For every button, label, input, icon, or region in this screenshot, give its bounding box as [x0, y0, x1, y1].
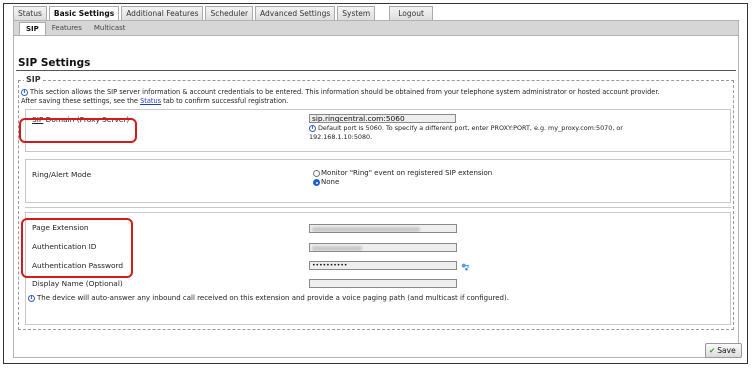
display-name-label: Display Name (Optional): [32, 279, 123, 288]
tab-advanced-settings[interactable]: Advanced Settings: [255, 6, 336, 20]
highlight-sip-domain: [19, 118, 137, 143]
info-line-2-post: tab to confirm successful registration.: [161, 97, 289, 105]
sip-legend: SIP: [24, 75, 43, 84]
radio-monitor-ring[interactable]: [313, 169, 320, 177]
show-password-icon[interactable]: [461, 262, 470, 271]
tab-status[interactable]: Status: [13, 6, 47, 20]
ring-alert-label: Ring/Alert Mode: [32, 170, 92, 179]
sip-domain-hint: i Default port is 5060. To specify a diff…: [309, 124, 623, 133]
save-button[interactable]: ✔ Save: [705, 343, 742, 358]
tab-additional-features[interactable]: Additional Features: [121, 6, 204, 20]
ring-alert-section: Ring/Alert Mode Monitor "Ring" event on …: [25, 159, 731, 203]
redacted-value: [312, 245, 362, 251]
info-icon: i: [28, 294, 35, 302]
sub-tab-bar: SIP Features Multicast: [13, 20, 739, 36]
auth-id-input[interactable]: [309, 243, 457, 252]
ring-option-none[interactable]: None: [313, 178, 339, 187]
checkmark-icon: ✔: [709, 346, 716, 355]
status-link[interactable]: Status: [140, 97, 161, 105]
tab-system[interactable]: System: [337, 6, 376, 20]
info-icon: i: [309, 124, 316, 132]
main-tab-bar: Status Basic Settings Additional Feature…: [13, 6, 435, 21]
tab-scheduler[interactable]: Scheduler: [205, 6, 254, 20]
subtab-features[interactable]: Features: [46, 22, 88, 35]
info-icon: i: [21, 88, 28, 96]
radio-none[interactable]: [313, 178, 320, 186]
auto-answer-note: i The device will auto-answer any inbound…: [28, 294, 509, 303]
logout-button[interactable]: Logout: [389, 6, 433, 20]
subtab-multicast[interactable]: Multicast: [88, 22, 132, 35]
page-extension-input[interactable]: [309, 224, 457, 233]
highlight-auth-fields: [21, 218, 133, 278]
sip-domain-hint-2: 192.168.1.10:5080.: [309, 133, 373, 141]
ring-option-monitor[interactable]: Monitor "Ring" event on registered SIP e…: [313, 169, 492, 178]
info-line-1: This section allows the SIP server infor…: [30, 88, 660, 96]
auth-password-input[interactable]: ••••••••••: [309, 261, 457, 270]
title-divider: [16, 70, 736, 71]
tab-basic-settings[interactable]: Basic Settings: [48, 6, 120, 21]
page-title: SIP Settings: [18, 57, 91, 69]
settings-panel: SIP Settings SIP i This section allows th…: [13, 36, 739, 358]
subtab-sip[interactable]: SIP: [19, 22, 46, 35]
info-text: i This section allows the SIP server info…: [21, 88, 660, 97]
info-line-2-pre: After saving these settings, see the: [21, 97, 141, 105]
section-divider: [25, 207, 731, 208]
display-name-input[interactable]: [309, 279, 457, 288]
redacted-value: [312, 226, 420, 232]
info-text-2: After saving these settings, see the Sta…: [21, 97, 288, 106]
sip-domain-input[interactable]: sip.ringcentral.com:5060: [309, 114, 456, 123]
